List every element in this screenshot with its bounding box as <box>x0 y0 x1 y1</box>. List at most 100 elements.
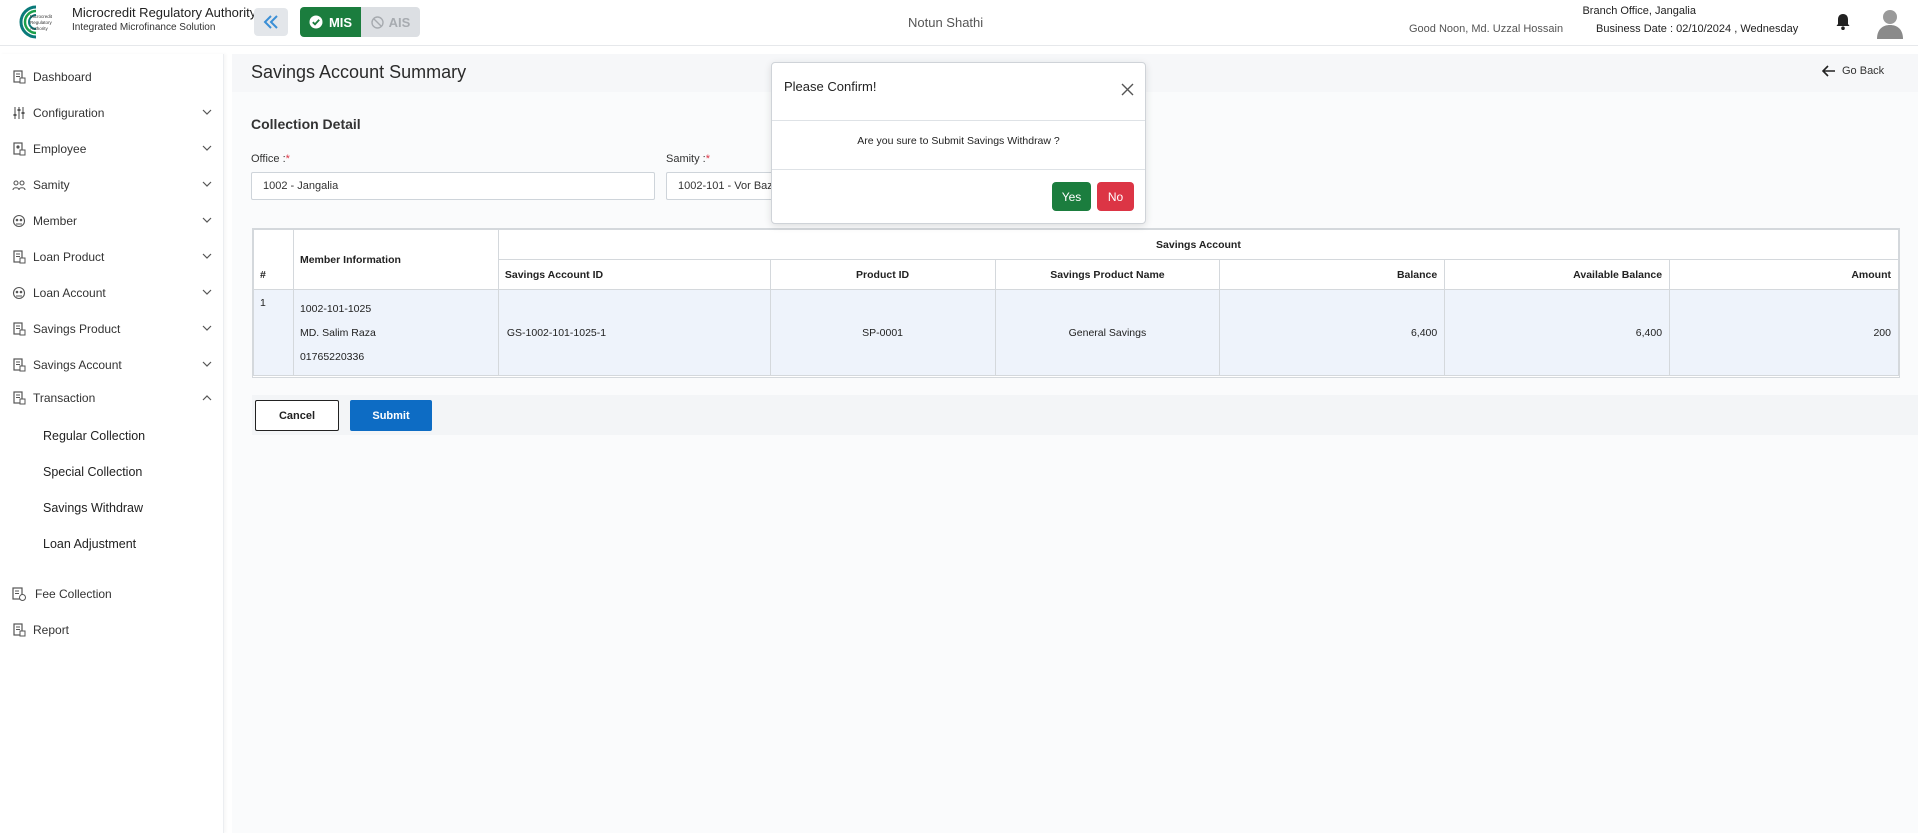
document-icon <box>13 322 26 336</box>
chevron-down-icon <box>202 181 212 187</box>
sidebar-subitem-savings-withdraw[interactable]: Savings Withdraw <box>43 501 143 515</box>
sidebar-item-configuration[interactable]: Configuration <box>0 100 224 126</box>
sidebar-item-report[interactable]: Report <box>0 617 224 643</box>
section-title: Collection Detail <box>251 116 361 132</box>
page-title: Savings Account Summary <box>251 62 467 82</box>
mode-switch: MIS AIS <box>300 7 420 37</box>
document-icon <box>13 358 26 372</box>
col-header-product-id: Product ID <box>769 259 996 290</box>
sidebar-item-transaction[interactable]: Transaction <box>0 385 224 411</box>
sidebar-collapse-button[interactable] <box>254 8 288 36</box>
chevron-down-icon <box>202 109 212 115</box>
sidebar-item-dashboard[interactable]: Dashboard <box>0 64 224 90</box>
ban-icon <box>370 15 384 29</box>
confirm-dialog-message: Are you sure to Submit Savings Withdraw … <box>772 122 1145 170</box>
check-circle-icon <box>309 15 323 29</box>
app-name: Notun Shathi <box>908 15 984 30</box>
confirm-dialog-title: Please Confirm! <box>784 79 877 94</box>
org-block: Microcredit Regulatory Authority Integra… <box>72 5 256 35</box>
sidebar-item-label: Employee <box>33 142 87 156</box>
sidebar-item-fee-collection[interactable]: Fee Collection <box>0 581 224 607</box>
cell-member-info: 1002-101-1025 MD. Salim Raza 01765220336 <box>292 289 499 376</box>
svg-text:Microcredit: Microcredit <box>30 14 53 19</box>
cell-index: 1 <box>253 289 294 376</box>
group-icon <box>12 180 26 191</box>
samity-label-text: Samity : <box>666 153 706 165</box>
cell-savings-product-name: General Savings <box>994 289 1221 376</box>
org-subtitle: Integrated Microfinance Solution <box>72 22 216 33</box>
dashboard-icon <box>13 70 26 84</box>
document-icon <box>13 391 26 405</box>
go-back-button[interactable]: Go Back <box>1822 65 1884 77</box>
bell-icon[interactable] <box>1835 13 1851 31</box>
mode-mis-label: MIS <box>328 14 353 30</box>
fee-icon <box>12 587 26 601</box>
sidebar-item-label: Savings Product <box>33 322 121 336</box>
cell-amount[interactable]: 200 <box>1669 289 1899 376</box>
sidebar-item-label: Report <box>33 623 70 637</box>
cell-balance: 6,400 <box>1219 289 1446 376</box>
branch-name: Branch Office, Jangalia <box>1582 5 1696 17</box>
cell-savings-account-id: GS-1002-101-1025-1 <box>497 289 771 376</box>
sidebar-item-employee[interactable]: Employee <box>0 136 224 162</box>
col-group-savings-account: Savings Account <box>497 229 1900 260</box>
office-field[interactable] <box>251 172 655 200</box>
cancel-button[interactable]: Cancel <box>255 400 339 431</box>
col-header-savings-product-name: Savings Product Name <box>994 259 1221 290</box>
mode-ais-button[interactable]: AIS <box>361 7 420 37</box>
col-header-available-balance: Available Balance <box>1444 259 1671 290</box>
sidebar-item-label: Loan Product <box>33 250 105 264</box>
submit-button[interactable]: Submit <box>350 400 432 431</box>
table-row: 1 1002-101-1025 MD. Salim Raza 017652203… <box>253 289 1899 376</box>
mode-ais-label: AIS <box>388 14 411 30</box>
sidebar-item-loan-product[interactable]: Loan Product <box>0 244 224 270</box>
sidebar-item-samity[interactable]: Samity <box>0 172 224 198</box>
sidebar: Dashboard Configuration Employee Samity … <box>0 54 224 833</box>
sliders-icon <box>13 107 25 119</box>
sidebar-item-savings-account[interactable]: Savings Account <box>0 352 224 378</box>
required-mark: * <box>705 153 711 165</box>
form-action-bar: Cancel Submit <box>252 395 1918 435</box>
sidebar-item-label: Fee Collection <box>35 587 112 601</box>
no-button[interactable]: No <box>1097 182 1134 211</box>
svg-text:Authority: Authority <box>30 26 49 31</box>
member-id: 1002-101-1025 <box>299 302 372 315</box>
double-chevron-left-icon <box>263 15 278 29</box>
member-phone: 01765220336 <box>299 350 365 363</box>
chevron-down-icon <box>202 253 212 259</box>
mode-mis-button[interactable]: MIS <box>300 7 361 37</box>
sidebar-item-label: Savings Account <box>33 358 122 372</box>
business-date: Business Date : 02/10/2024 , Wednesday <box>1596 23 1799 35</box>
chevron-down-icon <box>202 145 212 151</box>
chevron-down-icon <box>202 325 212 331</box>
sidebar-subitem-special-collection[interactable]: Special Collection <box>43 465 142 479</box>
sidebar-subitem-regular-collection[interactable]: Regular Collection <box>43 429 145 443</box>
cell-product-id: SP-0001 <box>769 289 996 376</box>
sidebar-item-savings-product[interactable]: Savings Product <box>0 316 224 342</box>
sidebar-item-member[interactable]: Member <box>0 208 224 234</box>
svg-text:Regulatory: Regulatory <box>30 20 53 25</box>
sidebar-subitem-loan-adjustment[interactable]: Loan Adjustment <box>43 537 136 551</box>
top-header: Microcredit Regulatory Authority Microcr… <box>0 0 1918 46</box>
org-name: Microcredit Regulatory Authority <box>72 5 257 20</box>
sidebar-item-label: Member <box>33 214 78 228</box>
confirm-dialog: Please Confirm! Are you sure to Submit S… <box>771 62 1146 224</box>
close-icon[interactable] <box>1121 83 1134 96</box>
col-header-savings-account-id: Savings Account ID <box>497 259 771 290</box>
chevron-down-icon <box>202 289 212 295</box>
col-header-amount: Amount <box>1669 259 1899 290</box>
members-icon <box>12 214 26 228</box>
document-icon <box>13 250 26 264</box>
chevron-up-icon <box>202 395 212 401</box>
sidebar-item-loan-account[interactable]: Loan Account <box>0 280 224 306</box>
arrow-left-icon <box>1822 65 1835 77</box>
col-header-member-info: Member Information <box>292 229 499 290</box>
user-avatar-icon[interactable] <box>1875 7 1905 39</box>
col-header-index: # <box>253 229 294 290</box>
chevron-down-icon <box>202 361 212 367</box>
greeting-text: Good Noon, Md. Uzzal Hossain <box>1409 23 1564 35</box>
office-label-text: Office : <box>251 153 286 165</box>
yes-button[interactable]: Yes <box>1052 182 1091 211</box>
collection-table: # Member Information Savings Account Sav… <box>252 228 1900 378</box>
sidebar-item-label: Dashboard <box>33 70 92 84</box>
